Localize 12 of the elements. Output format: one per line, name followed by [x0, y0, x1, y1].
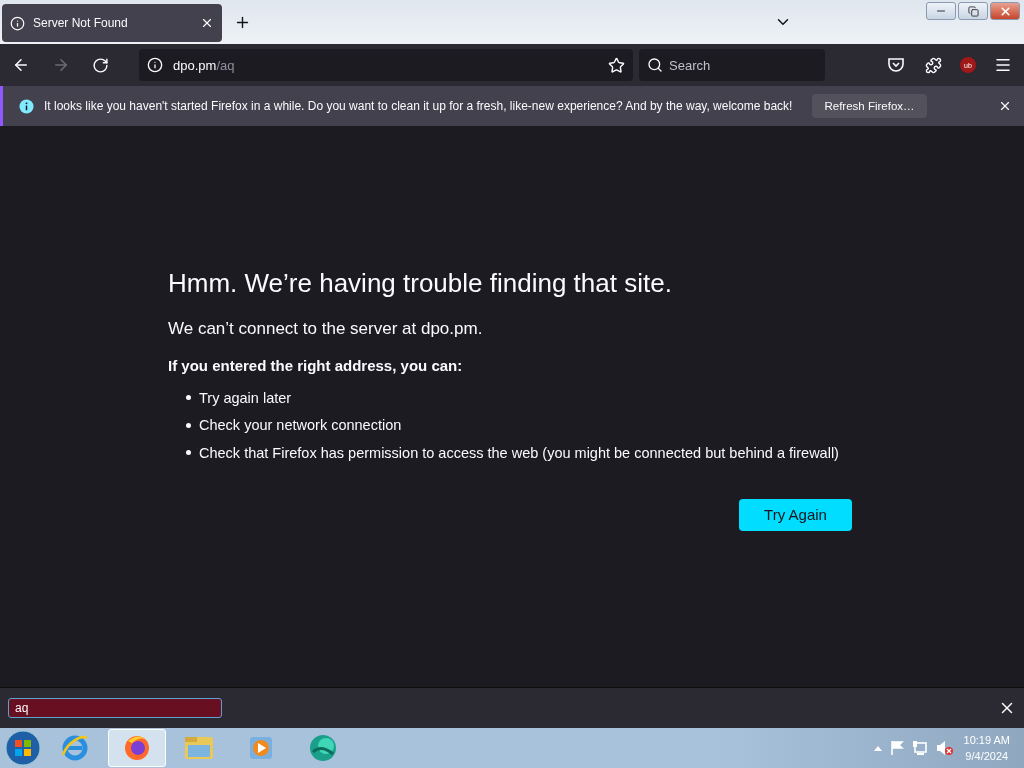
browser-tab[interactable]: Server Not Found: [2, 4, 222, 42]
try-again-button[interactable]: Try Again: [739, 498, 852, 531]
advice-item: Check that Firefox has permission to access the web (you might be connected but behind a firewall): [199, 444, 839, 461]
advice-item: Try again later: [199, 389, 292, 406]
notification-message: It looks like you haven't started Firefox in a while. Do you want to clean it up for a fresh, like-new experience? And by the way, welcome back!: [44, 99, 793, 113]
refresh-firefox-button[interactable]: Refresh Firefox…: [812, 94, 927, 118]
search-field[interactable]: Search: [639, 49, 825, 81]
find-field[interactable]: aq: [8, 698, 222, 718]
error-title: Hmm. We’re having trouble finding that site.: [168, 268, 673, 299]
error-description: We can’t connect to the server at dpo.pm.: [168, 319, 484, 339]
advice-item: Check your network connection: [199, 417, 402, 434]
advice-heading: If you entered the right address, you can:: [168, 357, 464, 374]
